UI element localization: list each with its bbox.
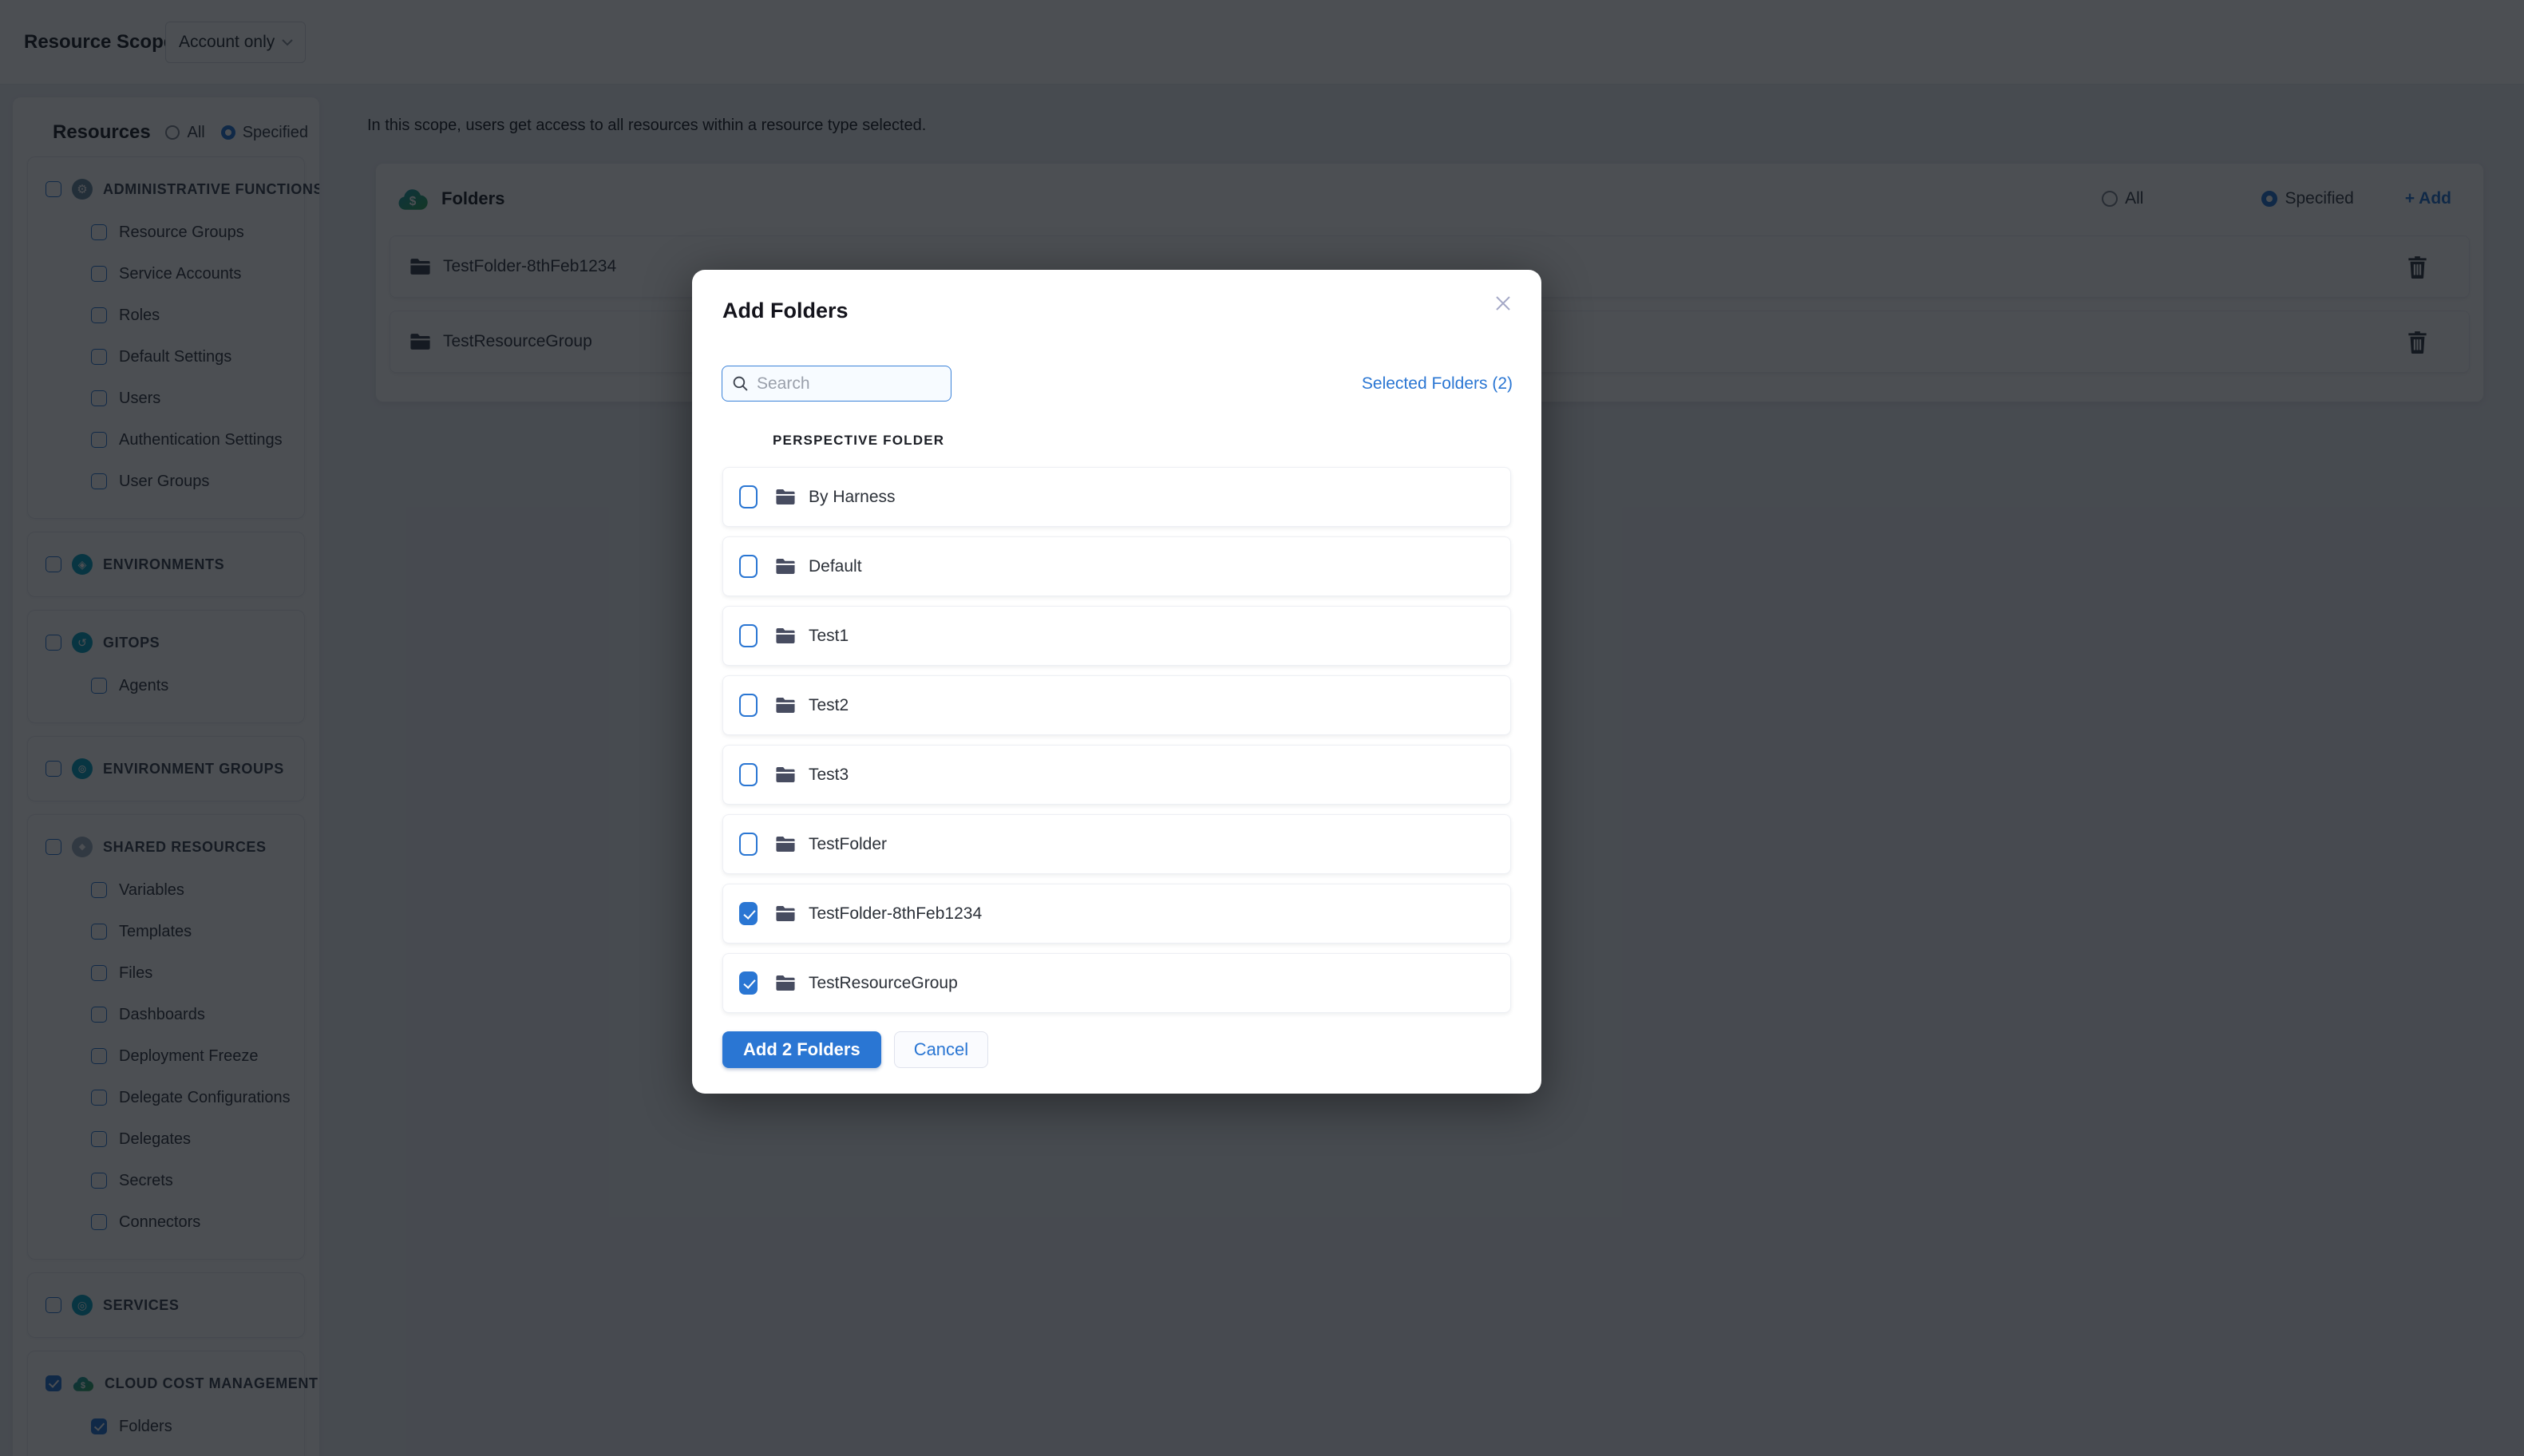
checkbox-checked[interactable] (739, 971, 758, 995)
column-header-perspective-folder: PERSPECTIVE FOLDER (773, 433, 945, 448)
modal-title: Add Folders (722, 299, 849, 322)
folder-icon (775, 766, 796, 783)
folder-icon (775, 975, 796, 991)
folder-icon (775, 836, 796, 853)
folder-list: By Harness Default Test1 Test2 Test3 Tes… (722, 467, 1511, 1023)
list-item[interactable]: By Harness (722, 467, 1511, 527)
checkbox[interactable] (739, 485, 758, 508)
selected-folders-link[interactable]: Selected Folders (2) (1362, 374, 1513, 394)
folder-icon (775, 627, 796, 644)
list-item[interactable]: TestFolder (722, 814, 1511, 874)
list-item[interactable]: TestResourceGroup (722, 953, 1511, 1013)
list-item[interactable]: Test3 (722, 745, 1511, 805)
list-item[interactable]: Default (722, 536, 1511, 596)
folder-icon (775, 697, 796, 714)
folder-icon (775, 489, 796, 505)
list-item[interactable]: Test2 (722, 675, 1511, 735)
checkbox[interactable] (739, 555, 758, 578)
modal-actions: Add 2 Folders Cancel (722, 1031, 989, 1068)
checkbox[interactable] (739, 763, 758, 786)
search-field[interactable] (757, 374, 941, 394)
folder-icon (775, 905, 796, 922)
folder-icon (775, 558, 796, 575)
search-icon (732, 375, 749, 392)
close-icon[interactable] (1487, 287, 1519, 319)
checkbox[interactable] (739, 624, 758, 647)
add-folders-modal: Add Folders Selected Folders (2) PERSPEC… (692, 270, 1541, 1094)
checkbox[interactable] (739, 833, 758, 856)
search-input[interactable] (722, 366, 951, 402)
list-item[interactable]: Test1 (722, 606, 1511, 666)
list-item[interactable]: TestFolder-8thFeb1234 (722, 884, 1511, 944)
cancel-button[interactable]: Cancel (893, 1031, 989, 1068)
add-folders-button[interactable]: Add 2 Folders (722, 1031, 881, 1068)
checkbox-checked[interactable] (739, 902, 758, 925)
checkbox[interactable] (739, 694, 758, 717)
